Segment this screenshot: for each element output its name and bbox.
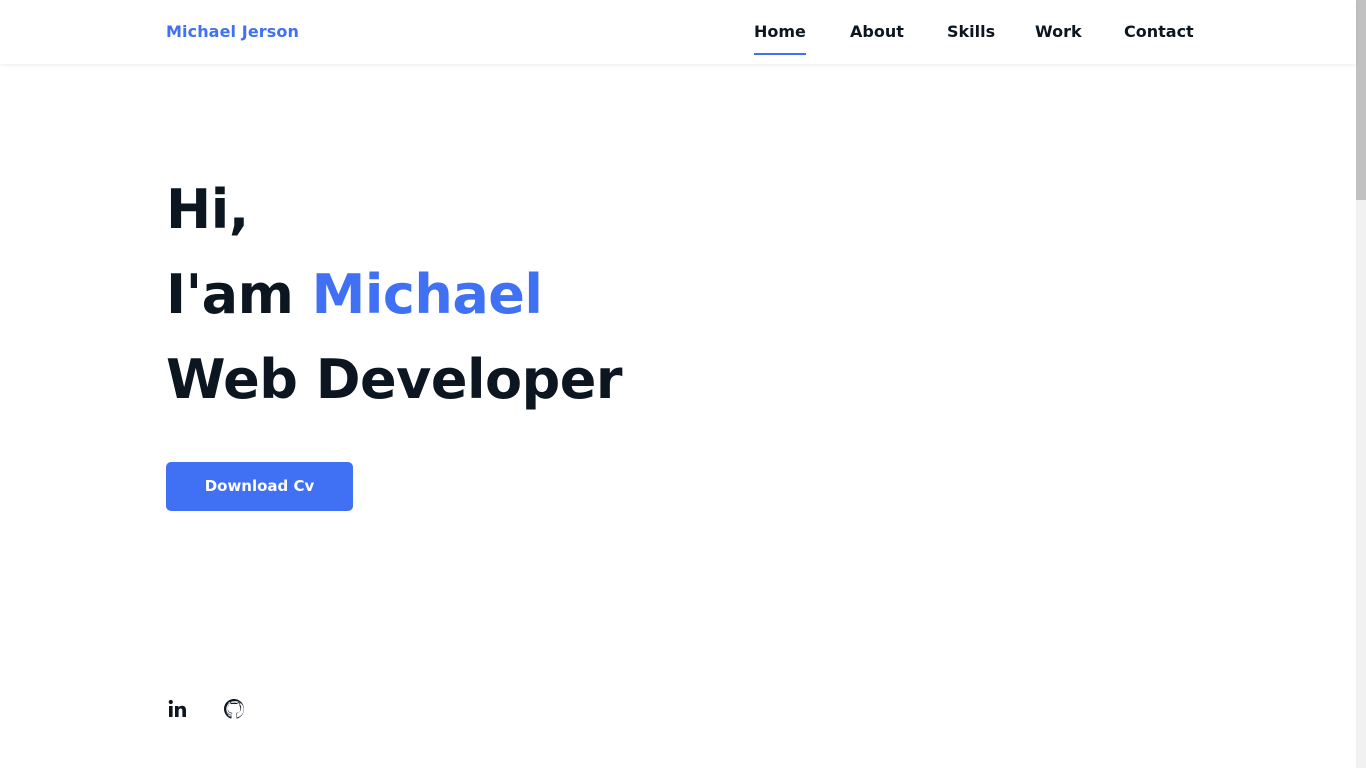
nav-link-contact[interactable]: Contact [1124, 22, 1194, 53]
scrollbar-thumb[interactable] [1356, 0, 1366, 200]
nav-link-about[interactable]: About [850, 22, 904, 53]
nav-link-work[interactable]: Work [1035, 22, 1082, 53]
hero-intro-prefix: I'am [166, 263, 312, 326]
hero-intro: I'am Michael [166, 263, 543, 327]
site-header: Michael Jerson Home About Skills Work Co… [0, 0, 1356, 64]
github-link[interactable] [222, 697, 246, 721]
linkedin-icon [168, 699, 186, 717]
linkedin-link[interactable] [166, 697, 190, 721]
hero-name: Michael [311, 263, 543, 326]
github-icon [224, 699, 245, 719]
nav-link-home[interactable]: Home [754, 22, 806, 55]
main-nav: Home About Skills Work Contact [0, 0, 1356, 64]
portfolio-page: Michael Jerson Home About Skills Work Co… [0, 0, 1366, 768]
hero-greeting: Hi, [166, 178, 249, 241]
download-cv-button[interactable]: Download Cv [166, 462, 353, 511]
page-scrollbar[interactable] [1356, 0, 1366, 768]
nav-link-skills[interactable]: Skills [947, 22, 995, 53]
hero-role: Web Developer [166, 348, 623, 411]
